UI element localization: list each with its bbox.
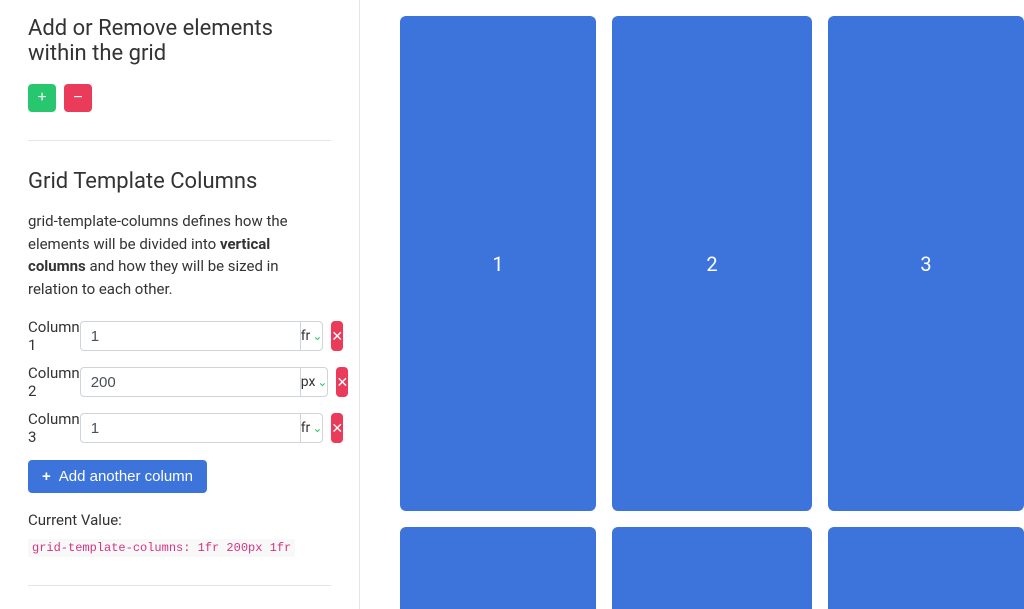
gtc-heading: Grid Template Columns (28, 169, 331, 194)
plus-icon (42, 468, 51, 485)
column-label: Column 1 (28, 318, 80, 354)
column-label: Column 3 (28, 410, 80, 446)
current-value-label: Current Value: (28, 511, 331, 529)
plus-icon: + (37, 89, 46, 107)
current-value-code: grid-template-columns: 1fr 200px 1fr (28, 539, 295, 557)
grid-template-columns-section: Grid Template Columns grid-template-colu… (28, 169, 331, 586)
delete-column-button[interactable]: ✕ (331, 321, 343, 351)
close-icon: ✕ (331, 420, 343, 437)
close-icon: ✕ (336, 374, 348, 391)
delete-column-button[interactable]: ✕ (336, 367, 348, 397)
add-element-button[interactable]: + (28, 84, 56, 112)
settings-sidebar: Add or Remove elements within the grid +… (0, 0, 360, 609)
grid-item: 4 (400, 527, 596, 609)
add-remove-heading: Add or Remove elements within the grid (28, 16, 331, 66)
gtc-description: grid-template-columns defines how the el… (28, 210, 331, 300)
column-unit-text: fr (301, 420, 311, 436)
column-label: Column 2 (28, 364, 80, 400)
minus-icon: − (73, 89, 82, 107)
grid-preview: 123 456 (360, 0, 1024, 609)
add-remove-buttons: + − (28, 84, 331, 112)
column-value-input[interactable] (80, 321, 300, 351)
column-row: Column 2px⌄✕ (28, 364, 331, 400)
grid-item: 6 (828, 527, 1024, 609)
add-column-button[interactable]: Add another column (28, 460, 207, 493)
column-value-input[interactable] (80, 367, 300, 397)
grid-item: 2 (612, 16, 812, 511)
grid-item: 1 (400, 16, 596, 511)
column-row: Column 1fr⌄✕ (28, 318, 331, 354)
column-unit-text: fr (301, 328, 311, 344)
column-unit-text: px (301, 374, 316, 390)
add-column-label: Add another column (59, 468, 193, 485)
delete-column-button[interactable]: ✕ (331, 413, 343, 443)
close-icon: ✕ (331, 328, 343, 345)
chevron-down-icon: ⌄ (312, 330, 322, 342)
column-unit-select[interactable]: fr⌄ (300, 413, 324, 443)
grid-item: 3 (828, 16, 1024, 511)
column-row: Column 3fr⌄✕ (28, 410, 331, 446)
add-remove-section: Add or Remove elements within the grid +… (28, 16, 331, 141)
column-unit-select[interactable]: fr⌄ (300, 321, 324, 351)
remove-element-button[interactable]: − (64, 84, 92, 112)
chevron-down-icon: ⌄ (317, 376, 327, 388)
column-value-input[interactable] (80, 413, 300, 443)
chevron-down-icon: ⌄ (312, 422, 322, 434)
grid-item: 5 (612, 527, 812, 609)
column-unit-select[interactable]: px⌄ (300, 367, 329, 397)
